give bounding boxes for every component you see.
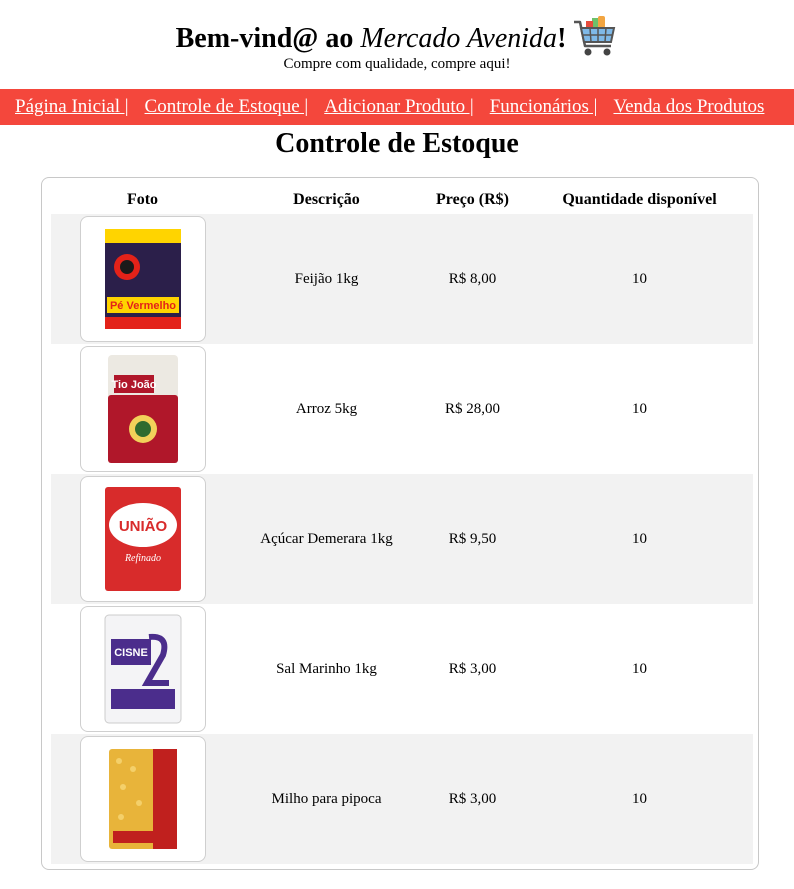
photo-cell: Pé Vermelho: [51, 214, 234, 344]
product-photo: CISNE: [79, 606, 206, 732]
table-row: UNIÃO Refinado Açúcar Demerara 1kg R$ 9,…: [51, 474, 753, 604]
nav-controle-estoque[interactable]: Controle de Estoque |: [145, 96, 309, 117]
photo-cell: UNIÃO Refinado: [51, 474, 234, 604]
photo-cell: Tio João: [51, 344, 234, 474]
col-quantidade: Quantidade disponível: [562, 191, 717, 208]
quantity-cell: 10: [632, 400, 647, 417]
photo-cell: [51, 734, 234, 864]
price-cell: R$ 3,00: [448, 790, 497, 807]
site-header: Bem-vind@ ao Mercado Avenida! Compre com…: [0, 0, 794, 72]
feijao-package: Pé Vermelho: [104, 229, 181, 329]
welcome-title: Bem-vind@ ao Mercado Avenida!: [176, 23, 567, 55]
main-nav: Página Inicial | Controle de Estoque | A…: [0, 89, 794, 125]
milho-package: [108, 749, 177, 849]
title-suffix: !: [557, 23, 567, 54]
price-cell: R$ 3,00: [448, 660, 497, 677]
product-photo: [79, 736, 206, 862]
col-descricao: Descrição: [293, 191, 360, 208]
svg-text:CISNE: CISNE: [114, 647, 148, 659]
price-cell: R$ 9,50: [448, 530, 497, 547]
stock-panel: Foto Descrição Preço (R$) Quantidade dis…: [41, 177, 759, 870]
nav-venda-produtos[interactable]: Venda dos Produtos: [613, 96, 764, 117]
col-preco: Preço (R$): [436, 191, 509, 208]
quantity-cell: 10: [632, 270, 647, 287]
description-cell: Arroz 5kg: [295, 400, 358, 417]
photo-cell: CISNE: [51, 604, 234, 734]
table-row: Pé Vermelho Feijão 1kg R$ 8,00 10: [51, 214, 753, 344]
description-cell: Feijão 1kg: [294, 270, 359, 287]
product-photo: Tio João: [79, 346, 206, 472]
subtitle: Compre com qualidade, compre aqui!: [283, 56, 511, 72]
product-photo: Pé Vermelho: [79, 216, 206, 342]
svg-text:Pé Vermelho: Pé Vermelho: [109, 300, 175, 312]
nav-pagina-inicial[interactable]: Página Inicial |: [15, 96, 129, 117]
quantity-cell: 10: [632, 530, 647, 547]
stock-table: Foto Descrição Preço (R$) Quantidade dis…: [51, 186, 753, 864]
description-cell: Açúcar Demerara 1kg: [260, 530, 393, 547]
store-name: Mercado Avenida: [360, 23, 558, 54]
description-cell: Sal Marinho 1kg: [276, 660, 377, 677]
price-cell: R$ 28,00: [444, 400, 500, 417]
title-prefix: Bem-vind@ ao: [175, 23, 361, 54]
quantity-cell: 10: [632, 790, 647, 807]
col-foto: Foto: [126, 191, 159, 208]
shopping-cart-icon: [574, 16, 616, 56]
quantity-cell: 10: [632, 660, 647, 677]
svg-text:Tio João: Tio João: [111, 379, 156, 391]
table-row: CISNE Sal Marinho 1kg R$ 3,00 10: [51, 604, 753, 734]
product-photo: UNIÃO Refinado: [79, 476, 206, 602]
table-row: Milho para pipoca R$ 3,00 10: [51, 734, 753, 864]
nav-funcionarios[interactable]: Funcionários |: [490, 96, 598, 117]
svg-text:Refinado: Refinado: [123, 553, 160, 564]
price-cell: R$ 8,00: [448, 270, 497, 287]
svg-text:UNIÃO: UNIÃO: [118, 517, 167, 535]
sal-package: CISNE: [104, 614, 181, 724]
nav-adicionar-produto[interactable]: Adicionar Produto |: [324, 96, 473, 117]
page-title: Controle de Estoque: [275, 128, 519, 159]
table-row: Tio João Arroz 5kg R$ 28,00 10: [51, 344, 753, 474]
arroz-package: Tio João: [107, 355, 178, 463]
description-cell: Milho para pipoca: [271, 790, 382, 807]
title-line: Bem-vind@ ao Mercado Avenida!: [176, 16, 619, 60]
table-header-row: Foto Descrição Preço (R$) Quantidade dis…: [51, 186, 753, 214]
acucar-package: UNIÃO Refinado: [104, 487, 181, 591]
